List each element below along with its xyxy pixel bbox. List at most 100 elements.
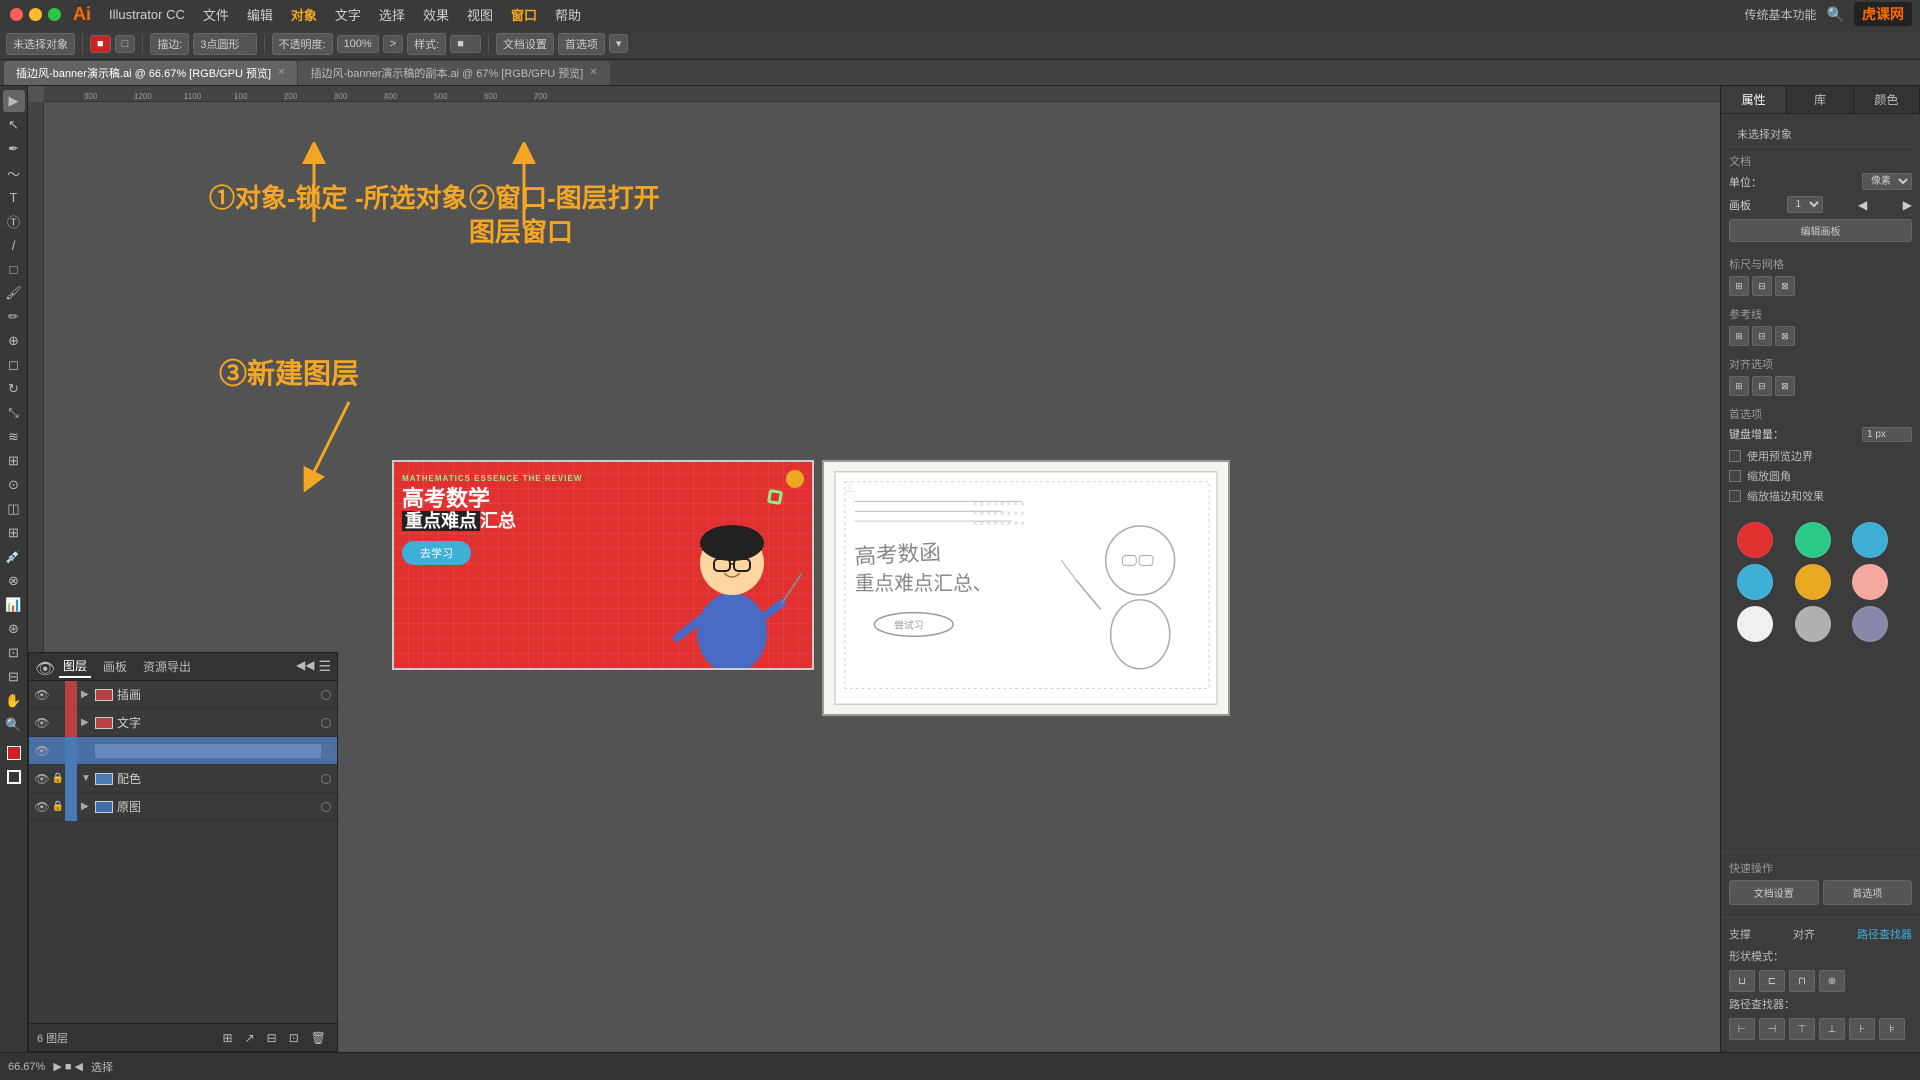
paintbrush-tool[interactable]: 🖌 — [3, 282, 25, 304]
chart-tool[interactable]: 📊 — [3, 594, 25, 616]
symbol-tool[interactable]: ⊛ — [3, 618, 25, 640]
scale-checkbox[interactable] — [1729, 490, 1741, 502]
sm-intersect[interactable]: ⊓ — [1789, 970, 1815, 992]
artboard-select[interactable]: 1 — [1787, 196, 1823, 213]
eraser-tool[interactable]: ◻ — [3, 354, 25, 376]
ruler-icon[interactable]: ⊞ — [1729, 276, 1749, 296]
sm-unite[interactable]: ⊔ — [1729, 970, 1755, 992]
menu-object[interactable]: 对象 — [283, 3, 325, 26]
edit-artboard-btn[interactable]: 编辑画板 — [1729, 219, 1912, 242]
menu-text[interactable]: 文字 — [327, 3, 369, 26]
new-layer-btn[interactable]: ⊞ — [220, 1031, 236, 1045]
menu-window[interactable]: 窗口 — [503, 3, 545, 26]
warp-tool[interactable]: ≋ — [3, 426, 25, 448]
swatch-orange[interactable] — [1795, 564, 1831, 600]
artboard-nav-prev[interactable]: ◀ — [1858, 198, 1867, 212]
menu-effect[interactable]: 效果 — [415, 3, 457, 26]
layer-eye-colors[interactable]: 👁 — [33, 770, 51, 788]
pf-6[interactable]: ⊧ — [1879, 1018, 1905, 1040]
panel-menu[interactable]: ☰ — [318, 658, 331, 675]
select-tool[interactable]: ▶ — [3, 90, 25, 112]
swatch-blue-2[interactable] — [1737, 564, 1773, 600]
swatch-red[interactable] — [1737, 522, 1773, 558]
layer-expand-colors[interactable]: ▼ — [81, 773, 95, 784]
preview-checkbox[interactable] — [1729, 450, 1741, 462]
zoom-tool[interactable]: 🔍 — [3, 714, 25, 736]
pf-2[interactable]: ⊣ — [1759, 1018, 1785, 1040]
nudge-input[interactable] — [1862, 427, 1912, 442]
layer-eye-illustration[interactable]: 👁 — [33, 686, 51, 704]
swatch-blue-1[interactable] — [1852, 522, 1888, 558]
eyedrop-tool[interactable]: 💉 — [3, 546, 25, 568]
swatch-white[interactable] — [1737, 606, 1773, 642]
qa-doc-settings[interactable]: 文档设置 — [1729, 880, 1819, 905]
grid-icon[interactable]: ⊟ — [1752, 276, 1772, 296]
curvature-tool[interactable]: 〜 — [3, 162, 25, 184]
layer-options-btn[interactable]: ⊡ — [286, 1031, 302, 1045]
fill-btn[interactable]: ■ — [90, 35, 111, 53]
menu-select[interactable]: 选择 — [371, 3, 413, 26]
guide-icon-2[interactable]: ⊟ — [1752, 326, 1772, 346]
layer-eye-editing[interactable]: 👁 — [33, 742, 51, 760]
pencil-tool[interactable]: ✏ — [3, 306, 25, 328]
sm-exclude[interactable]: ⊕ — [1819, 970, 1845, 992]
hand-tool[interactable]: ✋ — [3, 690, 25, 712]
tab-2[interactable]: 插边风-banner演示稿的副本.ai @ 67% [RGB/GPU 预览] ✕ — [298, 61, 609, 85]
layer-row-editing[interactable]: 👁 — [29, 737, 337, 765]
move-layer-btn[interactable]: ↗ — [242, 1031, 258, 1045]
prefs-btn[interactable]: 首选项 — [558, 33, 605, 55]
opacity-value[interactable]: 100% — [337, 35, 379, 53]
export-tab[interactable]: 资源导出 — [139, 656, 195, 677]
pf-3[interactable]: ⊤ — [1789, 1018, 1815, 1040]
menu-edit[interactable]: 编辑 — [239, 3, 281, 26]
layers-panel-eye-icon[interactable]: 👁 — [35, 659, 51, 675]
layer-expand-original[interactable]: ▶ — [81, 801, 95, 812]
swatch-green[interactable] — [1795, 522, 1831, 558]
slice-tool[interactable]: ⊟ — [3, 666, 25, 688]
opacity-more[interactable]: > — [383, 35, 403, 53]
more-btn[interactable]: ▾ — [609, 34, 629, 53]
mac-close-btn[interactable] — [10, 8, 23, 21]
swatch-pink[interactable] — [1852, 564, 1888, 600]
touch-type-tool[interactable]: Ⓣ — [3, 210, 25, 232]
stroke-color-btn[interactable]: □ — [115, 35, 136, 53]
rpanel-tab-color[interactable]: 颜色 — [1854, 86, 1920, 113]
pf-5[interactable]: ⊦ — [1849, 1018, 1875, 1040]
menu-illustrator[interactable]: Illustrator CC — [101, 5, 193, 24]
freetransform-tool[interactable]: ⊞ — [3, 450, 25, 472]
search-icon[interactable]: 🔍 — [1827, 6, 1844, 23]
gradient-tool[interactable]: ◫ — [3, 498, 25, 520]
tab-1[interactable]: 插边风-banner演示稿.ai @ 66.67% [RGB/GPU 预览] ✕ — [4, 61, 297, 85]
artboard-nav-next[interactable]: ▶ — [1903, 198, 1912, 212]
layer-lock-text[interactable] — [51, 716, 65, 730]
sm-minus[interactable]: ⊏ — [1759, 970, 1785, 992]
direct-select-tool[interactable]: ↖ — [3, 114, 25, 136]
unit-select[interactable]: 像素 — [1862, 173, 1912, 190]
layer-lock-original[interactable]: 🔒 — [51, 800, 65, 814]
layer-template-btn[interactable]: ⊟ — [264, 1031, 280, 1045]
line-tool[interactable]: / — [3, 234, 25, 256]
layer-name-input[interactable] — [95, 744, 321, 758]
artboards-tab[interactable]: 画板 — [99, 656, 131, 677]
layer-lock-colors[interactable]: 🔒 — [51, 772, 65, 786]
type-tool[interactable]: T — [3, 186, 25, 208]
menu-file[interactable]: 文件 — [195, 3, 237, 26]
delete-layer-btn[interactable]: 🗑 — [308, 1031, 329, 1045]
layers-tab[interactable]: 图层 — [59, 655, 91, 678]
rect-tool[interactable]: □ — [3, 258, 25, 280]
snap-icon-3[interactable]: ⊠ — [1775, 376, 1795, 396]
stroke-dropdown[interactable]: 3点圆形 — [193, 33, 256, 55]
rpanel-tab-library[interactable]: 库 — [1787, 86, 1853, 113]
rotate-tool[interactable]: ↻ — [3, 378, 25, 400]
mac-min-btn[interactable] — [29, 8, 42, 21]
snap-icon[interactable]: ⊠ — [1775, 276, 1795, 296]
pf-1[interactable]: ⊢ — [1729, 1018, 1755, 1040]
guide-icon-3[interactable]: ⊠ — [1775, 326, 1795, 346]
round-checkbox[interactable] — [1729, 470, 1741, 482]
layer-row-original[interactable]: 👁 🔒 ▶ 原图 — [29, 793, 337, 821]
snap-icon-1[interactable]: ⊞ — [1729, 376, 1749, 396]
snap-icon-2[interactable]: ⊟ — [1752, 376, 1772, 396]
pen-tool[interactable]: ✒ — [3, 138, 25, 160]
layer-row-illustration[interactable]: 👁 ▶ 插画 — [29, 681, 337, 709]
fill-color-swatch[interactable] — [3, 742, 25, 764]
